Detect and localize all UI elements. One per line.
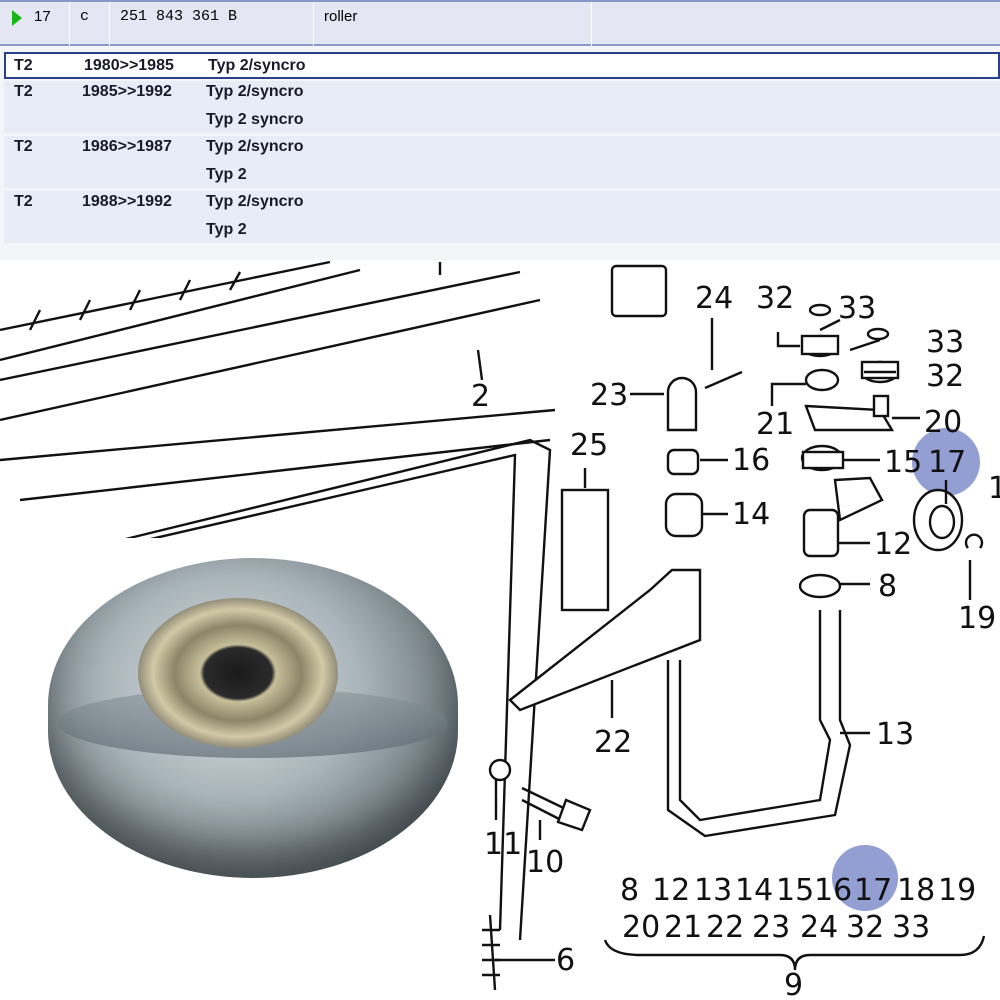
description-cell: roller (314, 2, 592, 46)
variant-cell: Typ 2 (206, 221, 247, 238)
years-cell: 1985>>1992 (82, 83, 172, 100)
callout-label: 22 (594, 725, 632, 760)
selected-part-row[interactable]: 17 c 251 843 361 B roller (0, 0, 1000, 46)
legend-number: 21 (664, 910, 702, 945)
vehicle-row[interactable]: T2 1985>>1992 Typ 2/syncro Typ 2 syncro (4, 81, 1000, 133)
model-cell: T2 (14, 83, 33, 100)
part-number-cell: 251 843 361 B (110, 2, 314, 46)
assembly-legend: 8 12 13 14 15 16 17 18 19 20 21 22 23 24… (620, 873, 976, 1000)
roller-photo (20, 538, 480, 928)
callout-label: 32 (926, 359, 964, 394)
variant-cell: Typ 2 (206, 166, 247, 183)
variant-cell: Typ 2/syncro (208, 57, 306, 74)
legend-number: 22 (706, 910, 744, 945)
legend-number: 33 (892, 910, 930, 945)
callout-label: 13 (876, 717, 914, 752)
exploded-parts-diagram: 24 32 33 33 32 23 21 20 2 25 16 15 17 1 … (0, 260, 1000, 1000)
years-cell: 1980>>1985 (84, 57, 174, 74)
legend-number: 14 (735, 873, 773, 908)
legend-number: 15 (776, 873, 814, 908)
variant-cell: Typ 2/syncro (206, 193, 304, 210)
empty-cell (592, 2, 1000, 46)
callout-label: 15 (884, 445, 922, 480)
years-cell: 1988>>1992 (82, 193, 172, 210)
legend-number: 16 (814, 873, 852, 908)
years-cell: 1986>>1987 (82, 138, 172, 155)
variant-cell: Typ 2/syncro (206, 138, 304, 155)
assembly-number: 9 (784, 968, 803, 1000)
vehicle-row[interactable]: T2 1988>>1992 Typ 2/syncro Typ 2 (4, 191, 1000, 243)
legend-number-highlighted: 17 (854, 873, 892, 908)
callout-label: 25 (570, 428, 608, 463)
callout-label: 11 (484, 827, 522, 862)
bearing-image (138, 598, 338, 748)
callout-label: 33 (926, 325, 964, 360)
legend-number: 24 (800, 910, 838, 945)
model-cell: T2 (14, 138, 33, 155)
model-cell: T2 (14, 57, 33, 74)
callout-label: 6 (556, 943, 575, 978)
variant-cell: Typ 2/syncro (206, 83, 304, 100)
callout-label: 8 (878, 569, 897, 604)
variant-cell: Typ 2 syncro (206, 111, 304, 128)
callout-label-highlighted: 17 (928, 445, 966, 480)
position-cell: 17 (0, 2, 70, 46)
callout-label: 16 (732, 443, 770, 478)
legend-number: 20 (622, 910, 660, 945)
legend-number: 12 (652, 873, 690, 908)
callout-label: 10 (526, 845, 564, 880)
callout-label: 14 (732, 497, 770, 532)
callout-label: 19 (958, 601, 996, 636)
callout-label: 33 (838, 291, 876, 326)
vehicle-row[interactable]: T2 1986>>1987 Typ 2/syncro Typ 2 (4, 136, 1000, 188)
legend-number: 19 (938, 873, 976, 908)
legend-number: 23 (752, 910, 790, 945)
parts-table: 17 c 251 843 361 B roller T2 1980>>1985 … (0, 0, 1000, 260)
legend-number: 13 (694, 873, 732, 908)
callout-label: 32 (756, 281, 794, 316)
legend-number: 32 (846, 910, 884, 945)
legend-number: 18 (897, 873, 935, 908)
position-number: 17 (34, 8, 51, 25)
code-cell: c (70, 2, 110, 46)
callout-label: 12 (874, 527, 912, 562)
legend-number: 8 (620, 873, 639, 908)
model-cell: T2 (14, 193, 33, 210)
callout-label: 24 (695, 281, 733, 316)
play-icon (12, 10, 22, 26)
callout-label: 20 (924, 405, 962, 440)
callout-label: 21 (756, 407, 794, 442)
vehicle-row[interactable]: T2 1980>>1985 Typ 2/syncro (4, 52, 1000, 79)
callout-label: 23 (590, 378, 628, 413)
callout-label: 1 (988, 471, 1000, 506)
callout-label: 2 (471, 379, 490, 414)
